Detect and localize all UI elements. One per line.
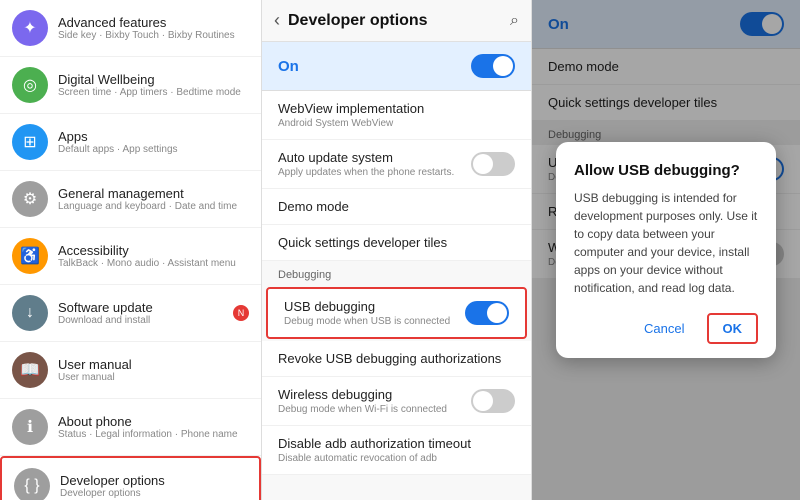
sidebar-item-subtitle: Developer options [60, 488, 165, 499]
sidebar-item-digital-wellbeing[interactable]: ◎ Digital WellbeingScreen time · App time… [0, 57, 261, 114]
item-title: Quick settings developer tiles [278, 235, 515, 250]
sidebar-item-developer-options[interactable]: { } Developer optionsDeveloper options [0, 456, 261, 500]
item-subtitle: Debug mode when USB is connected [284, 316, 450, 327]
item-subtitle: Disable automatic revocation of adb [278, 453, 515, 464]
sidebar-item-general-management[interactable]: ⚙ General managementLanguage and keyboard… [0, 171, 261, 228]
developer-options-toggle[interactable] [471, 54, 515, 78]
sidebar-item-subtitle: User manual [58, 372, 132, 383]
item-title: USB debugging [284, 299, 450, 314]
sidebar-item-subtitle: Screen time · App timers · Bedtime mode [58, 87, 241, 98]
item-subtitle: Android System WebView [278, 118, 515, 129]
item-title: Revoke USB debugging authorizations [278, 351, 515, 366]
developer-options-on-label: On [278, 58, 299, 75]
sidebar-item-subtitle: Side key · Bixby Touch · Bixby Routines [58, 30, 235, 41]
sidebar-item-about-phone[interactable]: ℹ About phoneStatus · Legal information ·… [0, 399, 261, 456]
mid-item-quick-settings[interactable]: Quick settings developer tiles [262, 225, 531, 261]
item-subtitle: Debug mode when Wi-Fi is connected [278, 404, 447, 415]
developer-options-title: Developer options [288, 12, 510, 30]
mid-item-wireless-debugging[interactable]: Wireless debugging Debug mode when Wi-Fi … [262, 377, 531, 426]
digital-wellbeing-icon: ◎ [12, 67, 48, 103]
accessibility-icon: ♿ [12, 238, 48, 274]
sidebar-item-label: Developer options [60, 473, 165, 488]
dialog-overlay: Allow USB debugging? USB debugging is int… [532, 0, 800, 500]
developer-options-icon: { } [14, 468, 50, 500]
item-subtitle: Apply updates when the phone restarts. [278, 167, 454, 178]
mid-item-webview[interactable]: WebView implementation Android System Web… [262, 91, 531, 140]
item-title: Auto update system [278, 150, 454, 165]
sidebar-item-advanced-features[interactable]: ✦ Advanced featuresSide key · Bixby Touch… [0, 0, 261, 57]
back-button[interactable]: ‹ [274, 10, 280, 31]
user-manual-icon: 📖 [12, 352, 48, 388]
sidebar-item-label: General management [58, 186, 237, 201]
dialog-cancel-button[interactable]: Cancel [630, 313, 698, 344]
sidebar-item-label: Apps [58, 129, 178, 144]
notification-badge: N [233, 305, 249, 321]
sidebar-item-label: Software update [58, 300, 153, 315]
item-title: WebView implementation [278, 101, 515, 116]
mid-item-demo-mode[interactable]: Demo mode [262, 189, 531, 225]
dialog-ok-button[interactable]: OK [707, 313, 759, 344]
sidebar-item-subtitle: TalkBack · Mono audio · Assistant menu [58, 258, 236, 269]
section-label-debugging-label: Debugging [262, 261, 531, 285]
mid-item-disable-adb[interactable]: Disable adb authorization timeout Disable… [262, 426, 531, 475]
sidebar-item-label: User manual [58, 357, 132, 372]
dialog-title: Allow USB debugging? [574, 162, 758, 179]
mid-item-usb-debugging[interactable]: USB debugging Debug mode when USB is conn… [266, 287, 527, 339]
general-management-icon: ⚙ [12, 181, 48, 217]
dialog-body: USB debugging is intended for developmen… [574, 189, 758, 297]
auto-update-toggle[interactable] [471, 152, 515, 176]
developer-options-header: ‹ Developer options⌕ [262, 0, 531, 42]
usb-debugging-dialog: Allow USB debugging? USB debugging is int… [556, 142, 776, 358]
right-panel: OnDemo modeQuick settings developer tile… [532, 0, 800, 500]
about-phone-icon: ℹ [12, 409, 48, 445]
item-title: Demo mode [278, 199, 515, 214]
sidebar-item-label: About phone [58, 414, 238, 429]
item-title: Disable adb authorization timeout [278, 436, 515, 451]
sidebar-item-label: Digital Wellbeing [58, 72, 241, 87]
developer-options-on-row: On [262, 42, 531, 91]
usb-debugging-toggle[interactable] [465, 301, 509, 325]
search-icon[interactable]: ⌕ [510, 12, 519, 30]
item-title: Wireless debugging [278, 387, 447, 402]
middle-panel: ‹ Developer options⌕ On WebView implementat… [262, 0, 532, 500]
apps-icon: ⊞ [12, 124, 48, 160]
sidebar-item-user-manual[interactable]: 📖 User manualUser manual [0, 342, 261, 399]
left-menu-panel: ✦ Advanced featuresSide key · Bixby Touch… [0, 0, 262, 500]
wireless-debugging-toggle[interactable] [471, 389, 515, 413]
software-update-icon: ↓ [12, 295, 48, 331]
sidebar-item-subtitle: Download and install [58, 315, 153, 326]
sidebar-item-subtitle: Default apps · App settings [58, 144, 178, 155]
sidebar-item-subtitle: Language and keyboard · Date and time [58, 201, 237, 212]
sidebar-item-label: Accessibility [58, 243, 236, 258]
sidebar-item-subtitle: Status · Legal information · Phone name [58, 429, 238, 440]
sidebar-item-apps[interactable]: ⊞ AppsDefault apps · App settings [0, 114, 261, 171]
mid-item-revoke-usb[interactable]: Revoke USB debugging authorizations [262, 341, 531, 377]
mid-item-auto-update[interactable]: Auto update system Apply updates when the… [262, 140, 531, 189]
sidebar-item-accessibility[interactable]: ♿ AccessibilityTalkBack · Mono audio · As… [0, 228, 261, 285]
sidebar-item-software-update[interactable]: ↓ Software updateDownload and install N [0, 285, 261, 342]
advanced-features-icon: ✦ [12, 10, 48, 46]
sidebar-item-label: Advanced features [58, 15, 235, 30]
